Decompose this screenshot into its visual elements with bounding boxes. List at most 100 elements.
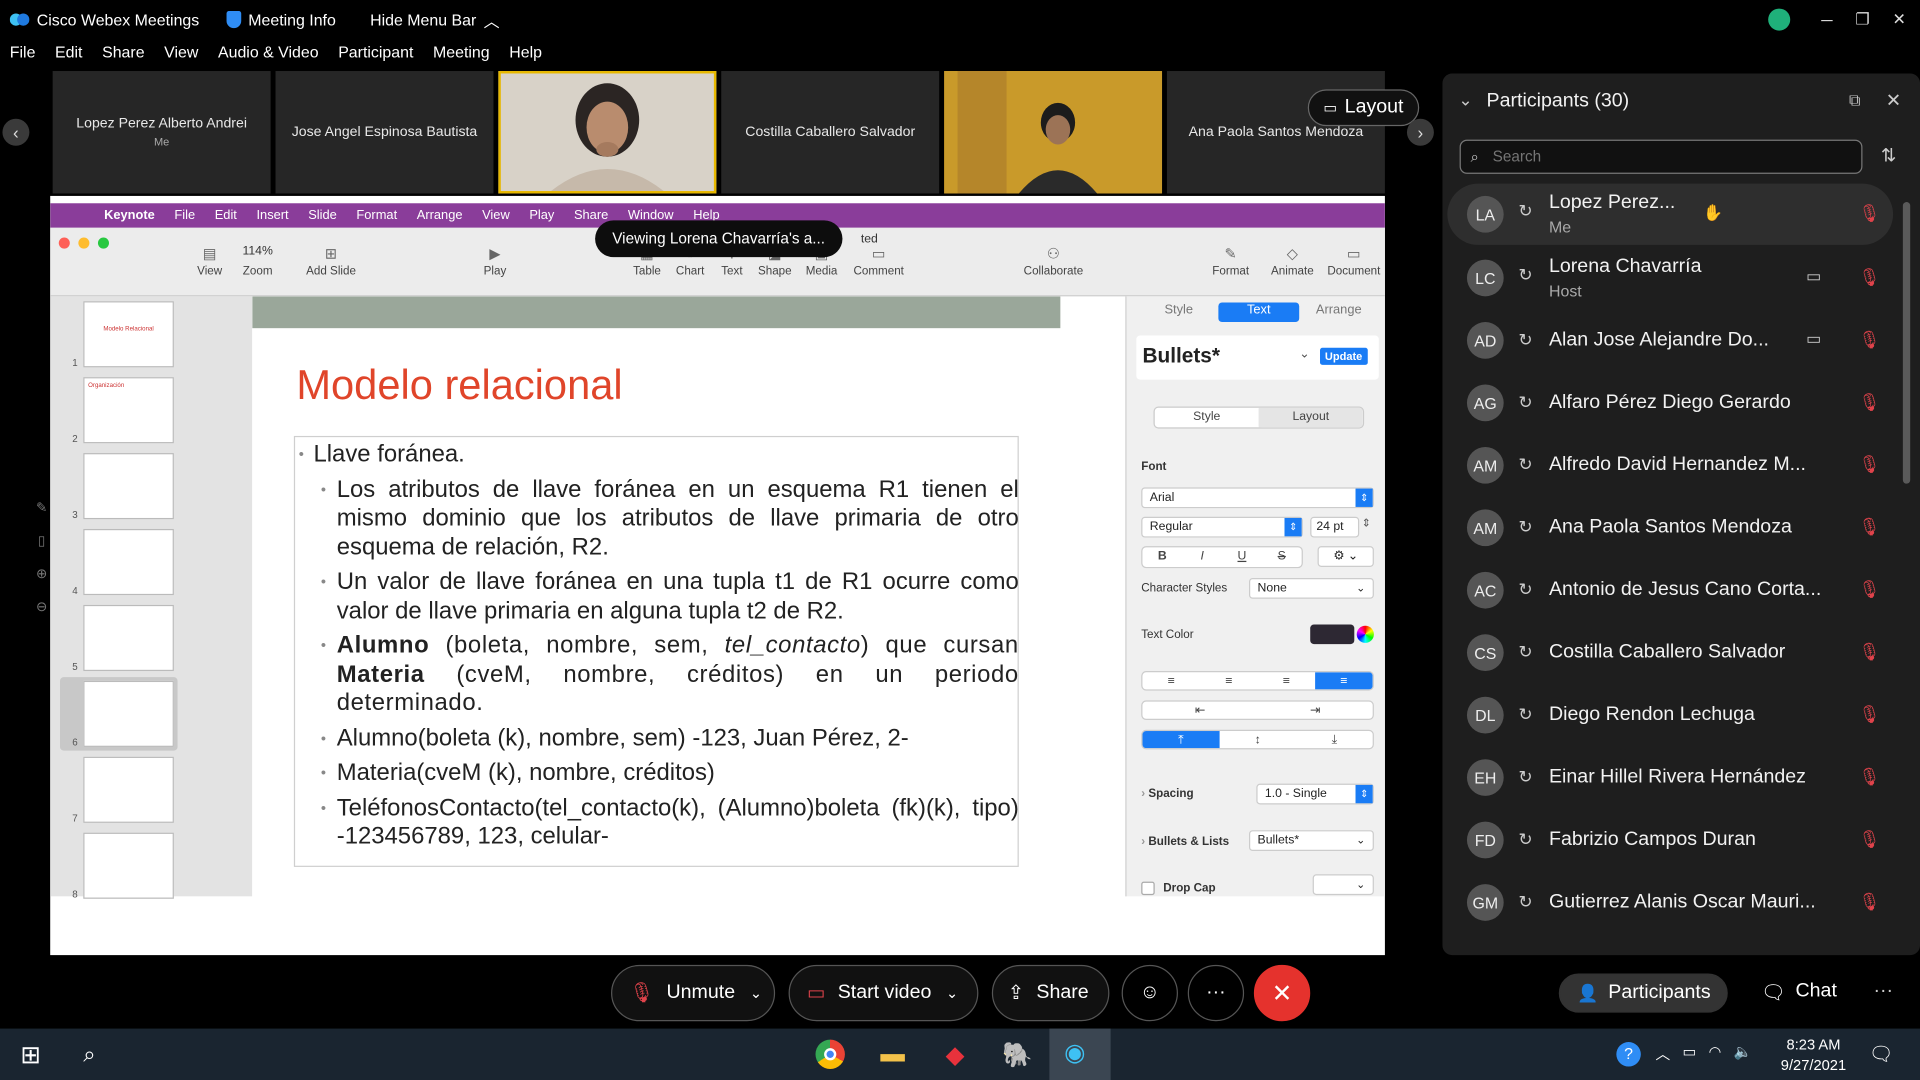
minimize-icon[interactable]: ─: [1807, 0, 1846, 39]
slide-thumbnail-selected[interactable]: [83, 680, 174, 747]
zoom-in-icon[interactable]: ⊕: [36, 566, 47, 582]
more-options-button[interactable]: ···: [1187, 964, 1245, 1022]
mac-menu-file[interactable]: File: [165, 208, 205, 223]
video-tile[interactable]: Lopez Perez Alberto Andrei Me: [52, 71, 271, 194]
menu-edit[interactable]: Edit: [45, 43, 92, 67]
slide-canvas[interactable]: Modelo relacional • Llave foránea. • Los a…: [252, 296, 1061, 897]
battery-icon[interactable]: ▭: [1682, 1043, 1696, 1064]
participant-row[interactable]: EH ↻ Einar Hillel Rivera Hernández 🎙: [1447, 748, 1895, 807]
menu-view[interactable]: View: [154, 43, 208, 67]
video-camera-icon[interactable]: ▭: [1806, 329, 1821, 349]
participant-row[interactable]: CS ↻ Costilla Caballero Salvador 🎙: [1447, 623, 1895, 682]
mac-minimize-icon[interactable]: [78, 237, 90, 249]
mac-menu-slide[interactable]: Slide: [298, 208, 346, 223]
participant-row[interactable]: GM ↻ Gutierrez Alanis Oscar Mauri... 🎙: [1447, 873, 1895, 932]
participant-row[interactable]: AC ↻ Antonio de Jesus Cano Corta... 🎙: [1447, 561, 1895, 620]
mic-muted-icon[interactable]: 🎙: [1859, 454, 1881, 475]
pop-out-icon[interactable]: ⧉: [1849, 91, 1860, 111]
strip-prev-button[interactable]: ‹: [2, 118, 30, 146]
slide-thumbnail[interactable]: [83, 604, 174, 672]
underline-button[interactable]: U: [1222, 547, 1262, 567]
add-slide-button[interactable]: ⊞ Add Slide: [306, 245, 356, 278]
file-explorer-icon[interactable]: ▬: [874, 1036, 911, 1073]
participant-row[interactable]: DL ↻ Diego Rendon Lechuga 🎙: [1447, 686, 1895, 745]
strikethrough-button[interactable]: S: [1262, 547, 1302, 567]
sort-icon[interactable]: ⇅: [1881, 144, 1896, 167]
participant-row[interactable]: AM ↻ Alfredo David Hernandez M... 🎙: [1447, 436, 1895, 495]
video-camera-icon[interactable]: ▭: [1806, 267, 1821, 287]
participant-row[interactable]: AM ↻ Ana Paola Santos Mendoza 🎙: [1447, 498, 1895, 557]
subtab-style[interactable]: Style: [1154, 407, 1259, 428]
character-styles-select[interactable]: None ⌄: [1248, 577, 1374, 599]
mac-zoom-icon[interactable]: [97, 237, 109, 249]
subtab-layout[interactable]: Layout: [1258, 407, 1363, 428]
mic-muted-icon[interactable]: 🎙: [1859, 329, 1881, 350]
mic-muted-icon[interactable]: 🎙: [1859, 203, 1881, 224]
mic-muted-icon[interactable]: 🎙: [1859, 704, 1881, 725]
clock[interactable]: 8:23 AM 9/27/2021: [1776, 1035, 1852, 1077]
align-right-icon[interactable]: ≡: [1258, 672, 1316, 689]
color-wheel-icon[interactable]: [1356, 625, 1374, 643]
update-button[interactable]: Update: [1320, 347, 1368, 365]
participant-row[interactable]: AD ↻ Alan Jose Alejandre Do... ▭ 🎙: [1447, 311, 1895, 370]
tab-arrange[interactable]: Arrange: [1299, 302, 1379, 322]
mac-menu-play[interactable]: Play: [520, 208, 565, 223]
font-size-field[interactable]: 24 pt: [1310, 516, 1360, 538]
mic-muted-icon[interactable]: 🎙: [1859, 642, 1881, 663]
windows-start-icon[interactable]: ⊞: [12, 1036, 49, 1073]
zoom-out-icon[interactable]: ⊖: [36, 599, 47, 615]
play-button[interactable]: ▶ Play: [484, 245, 507, 278]
tab-text[interactable]: Text: [1218, 302, 1299, 323]
mic-muted-icon[interactable]: 🎙: [1859, 517, 1881, 538]
menu-share[interactable]: Share: [92, 43, 154, 67]
spacing-label[interactable]: › Spacing: [1141, 787, 1193, 800]
mac-menu-insert[interactable]: Insert: [247, 208, 299, 223]
chevron-up-icon[interactable]: ︿: [1656, 1043, 1671, 1064]
slide-thumbnail[interactable]: [83, 528, 174, 596]
document-button[interactable]: ▭ Document: [1327, 245, 1380, 278]
drop-cap-select[interactable]: ⌄: [1312, 874, 1374, 896]
format-button[interactable]: ✎ Format: [1212, 245, 1249, 278]
animate-button[interactable]: ◇ Animate: [1271, 245, 1314, 278]
paragraph-style-picker[interactable]: Bullets* ⌄ Update: [1136, 335, 1379, 380]
close-window-icon[interactable]: ✕: [1880, 0, 1919, 39]
slide-thumbnail[interactable]: [83, 453, 174, 520]
app-icon[interactable]: ◆: [937, 1036, 974, 1073]
participants-scrollbar[interactable]: [1902, 202, 1911, 484]
mac-menu-edit[interactable]: Edit: [205, 208, 247, 223]
video-tile[interactable]: Costilla Caballero Salvador: [721, 71, 940, 194]
raise-hand-icon[interactable]: ✋: [1703, 203, 1723, 223]
menu-help[interactable]: Help: [499, 43, 551, 67]
slide-thumbnail[interactable]: [83, 832, 174, 899]
mac-menu-arrange[interactable]: Arrange: [407, 208, 472, 223]
volume-icon[interactable]: 🔈: [1734, 1043, 1752, 1064]
align-center-icon[interactable]: ≡: [1200, 672, 1258, 689]
slide-thumbnail[interactable]: Modelo Relacional: [83, 301, 174, 368]
collapse-chevron-icon[interactable]: ⌄: [1458, 89, 1472, 110]
participant-search[interactable]: ⌕: [1459, 139, 1863, 174]
menu-participant[interactable]: Participant: [328, 43, 423, 67]
drop-cap-checkbox[interactable]: [1141, 881, 1155, 896]
text-color-well[interactable]: [1310, 624, 1355, 645]
align-justify-icon[interactable]: ≡: [1315, 672, 1373, 690]
close-panel-icon[interactable]: ✕: [1886, 89, 1901, 112]
mic-muted-icon[interactable]: 🎙: [1859, 267, 1881, 288]
menu-audio-video[interactable]: Audio & Video: [208, 43, 328, 67]
mac-menu-format[interactable]: Format: [347, 208, 407, 223]
video-tile[interactable]: Jose Angel Espinosa Bautista: [275, 71, 494, 194]
participants-button[interactable]: 👤 Participants: [1558, 973, 1728, 1013]
reactions-button[interactable]: ☺: [1121, 964, 1178, 1022]
italic-button[interactable]: I: [1182, 547, 1222, 567]
collaborate-button[interactable]: ⚇ Collaborate: [1024, 245, 1084, 278]
menu-meeting[interactable]: Meeting: [423, 43, 499, 67]
end-call-button[interactable]: ✕: [1253, 964, 1311, 1022]
text-options-button[interactable]: ⚙ ⌄: [1317, 546, 1374, 567]
menu-file[interactable]: File: [0, 43, 45, 67]
bold-button[interactable]: B: [1142, 547, 1182, 567]
start-video-button[interactable]: ▭ Start video ⌄: [788, 964, 979, 1022]
align-middle-icon[interactable]: ↕: [1219, 731, 1296, 748]
font-family-select[interactable]: Arial ⇕: [1141, 487, 1374, 509]
align-bottom-icon[interactable]: ⤓: [1296, 731, 1373, 748]
restore-icon[interactable]: ❐: [1843, 0, 1882, 39]
mic-muted-icon[interactable]: 🎙: [1859, 829, 1881, 850]
